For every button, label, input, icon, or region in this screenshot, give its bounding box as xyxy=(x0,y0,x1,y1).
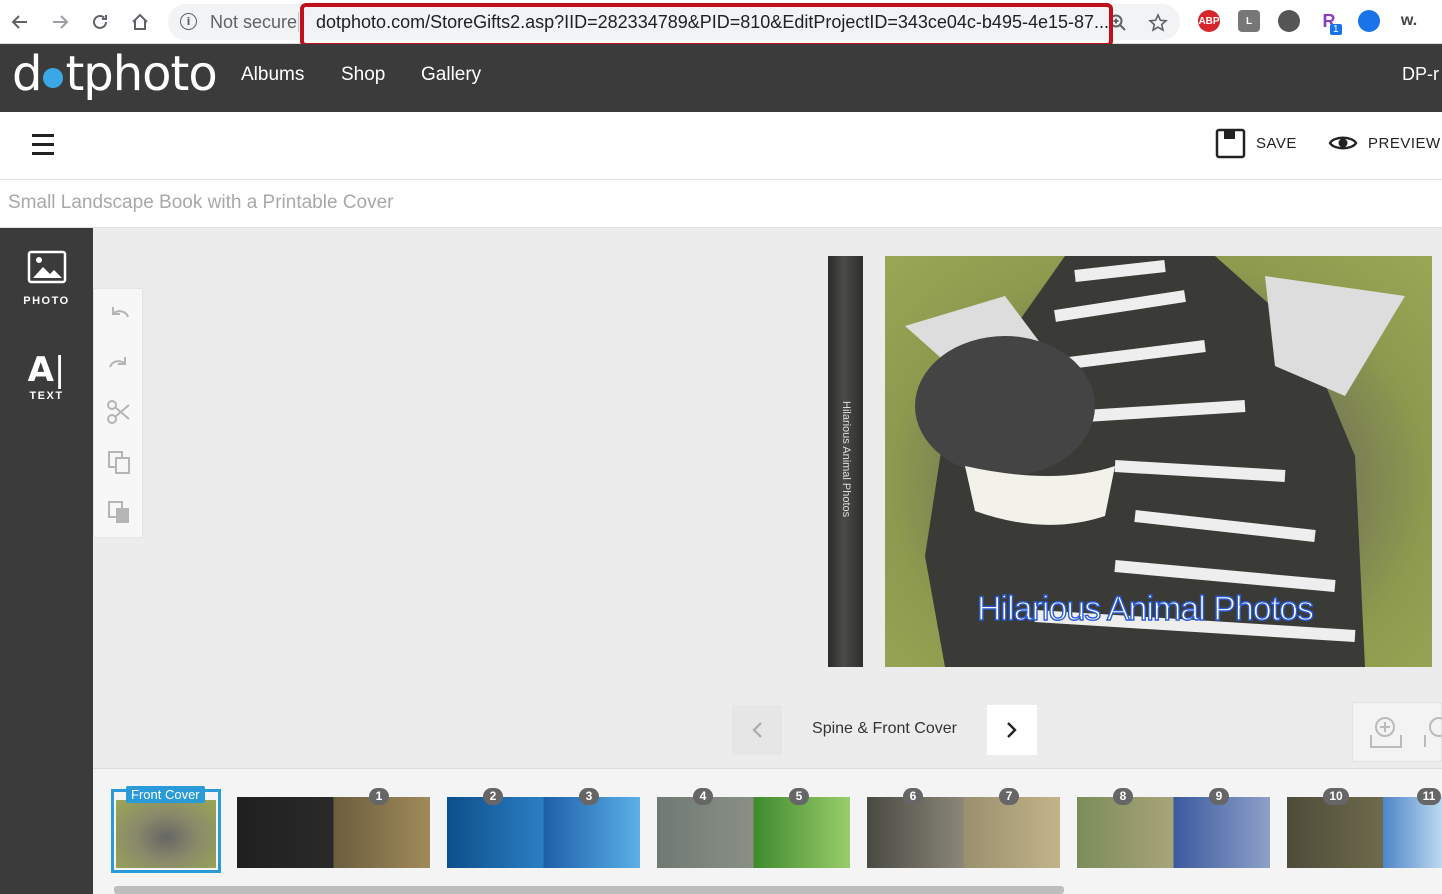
site-header: d tphoto Albums Shop Gallery DP-r xyxy=(0,44,1442,112)
page-number-badge: 4 xyxy=(693,788,713,805)
text-tool[interactable]: A| TEXT xyxy=(0,350,93,402)
page-number-badge: 5 xyxy=(789,788,809,805)
page-number-badge: 3 xyxy=(579,788,599,805)
tool-sidebar: PHOTO A| TEXT xyxy=(0,228,93,894)
next-page-button[interactable] xyxy=(987,705,1037,755)
page-filmstrip: Front Cover 1 2 3 4 5 6 7 8 9 10 11 xyxy=(93,768,1442,894)
filmstrip-scrollbar[interactable] xyxy=(114,886,1064,894)
user-menu[interactable]: DP-r xyxy=(1402,64,1442,85)
front-cover-tag: Front Cover xyxy=(126,786,205,803)
chevron-right-icon xyxy=(1007,722,1017,738)
adblock-extension-icon[interactable]: ABP xyxy=(1198,10,1220,32)
page-number-badge: 9 xyxy=(1209,788,1229,805)
photo-tool[interactable]: PHOTO xyxy=(0,250,93,307)
hamburger-menu-icon[interactable] xyxy=(32,134,54,156)
page-number-badge: 7 xyxy=(999,788,1019,805)
save-label: SAVE xyxy=(1256,135,1297,152)
spread-thumbnail[interactable] xyxy=(657,797,850,868)
photo-label: PHOTO xyxy=(23,295,70,307)
nav-albums[interactable]: Albums xyxy=(241,64,304,86)
spread-thumbnail[interactable] xyxy=(1077,797,1270,868)
forward-arrow-icon[interactable] xyxy=(46,8,74,36)
page-number-badge: 6 xyxy=(903,788,923,805)
scissors-icon[interactable] xyxy=(106,399,132,425)
nav-gallery[interactable]: Gallery xyxy=(421,64,481,86)
extension-w-icon[interactable]: w. xyxy=(1398,10,1420,32)
extension-badge: 1 xyxy=(1330,24,1342,35)
add-page-icon[interactable] xyxy=(1369,715,1405,751)
save-disk-icon xyxy=(1215,128,1246,159)
dotphoto-logo[interactable]: d tphoto xyxy=(12,46,218,102)
text-label: TEXT xyxy=(29,390,64,402)
add-page-panel xyxy=(1352,702,1442,762)
bookmark-star-icon[interactable] xyxy=(1148,13,1168,33)
browser-toolbar: i Not secure dotphoto.com/StoreGifts2.as… xyxy=(0,0,1442,47)
spread-thumbnail[interactable] xyxy=(447,797,640,868)
paste-icon[interactable] xyxy=(106,499,132,525)
extension-l-icon[interactable]: L xyxy=(1238,10,1260,32)
info-icon[interactable]: i xyxy=(180,13,197,30)
page-number-badge: 8 xyxy=(1113,788,1133,805)
undo-icon[interactable] xyxy=(106,301,132,327)
url-highlight-box xyxy=(300,3,1113,47)
save-button[interactable]: SAVE xyxy=(1215,128,1297,159)
extension-circle-icon[interactable] xyxy=(1278,10,1300,32)
redo-icon[interactable] xyxy=(106,351,132,377)
page-number-badge: 2 xyxy=(483,788,503,805)
security-label: Not secure xyxy=(210,12,298,32)
spread-thumbnail[interactable] xyxy=(867,797,1060,868)
page-number-badge: 11 xyxy=(1417,788,1441,805)
page-number-badge: 1 xyxy=(369,788,389,805)
home-icon[interactable] xyxy=(126,8,154,36)
photo-icon xyxy=(27,250,66,284)
page-number-badge: 10 xyxy=(1323,788,1349,805)
back-arrow-icon[interactable] xyxy=(6,8,34,36)
project-title: Small Landscape Book with a Printable Co… xyxy=(8,192,394,213)
edit-tools-panel xyxy=(93,288,143,538)
copy-icon[interactable] xyxy=(106,449,132,475)
front-cover-thumbnail[interactable]: Front Cover xyxy=(111,786,221,873)
spread-thumbnail[interactable] xyxy=(1287,797,1442,868)
cover-title-text[interactable]: Hilarious Animal Photos xyxy=(976,589,1314,629)
remove-page-icon[interactable] xyxy=(1423,715,1442,751)
spread-thumbnail[interactable] xyxy=(237,797,430,868)
previous-page-button[interactable] xyxy=(732,705,782,755)
preview-label: PREVIEW xyxy=(1368,134,1441,152)
editor-toolbar: SAVE PREVIEW xyxy=(0,112,1442,180)
text-cursor-icon: A| xyxy=(27,350,66,390)
extension-blue-icon[interactable] xyxy=(1358,10,1380,32)
reload-icon[interactable] xyxy=(86,8,114,36)
eye-icon xyxy=(1328,136,1358,150)
nav-shop[interactable]: Shop xyxy=(341,64,385,86)
current-page-label: Spine & Front Cover xyxy=(812,720,957,737)
chevron-left-icon xyxy=(752,722,762,738)
preview-button[interactable]: PREVIEW xyxy=(1328,131,1441,155)
book-spine[interactable]: Hilarious Animal Photos xyxy=(828,256,863,667)
divider xyxy=(298,12,299,32)
front-cover-photo[interactable]: Hilarious Animal Photos xyxy=(885,256,1432,667)
project-title-bar: Small Landscape Book with a Printable Co… xyxy=(0,180,1442,228)
spine-text[interactable]: Hilarious Animal Photos xyxy=(840,401,852,517)
cover-thumbnail-image xyxy=(116,800,216,868)
